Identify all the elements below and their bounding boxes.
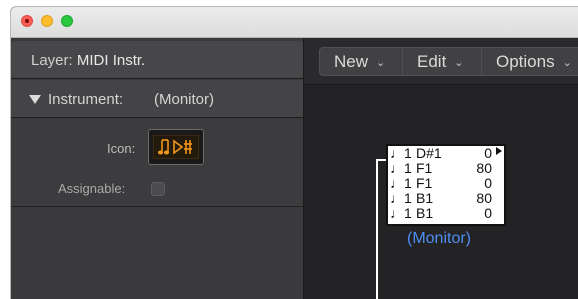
options-menu-label: Options <box>496 52 555 71</box>
assignable-label: Assignable: <box>58 181 126 196</box>
app-window: Layer: MIDI Instr. Instrument: (Monitor)… <box>10 6 578 299</box>
event-channel: 1 <box>404 175 412 191</box>
note-icon: ♩ <box>390 175 404 191</box>
midi-cable-connector <box>376 159 386 161</box>
monitor-object-label[interactable]: (Monitor) <box>407 230 471 248</box>
edit-menu-label: Edit <box>417 52 447 71</box>
layer-label: Layer: MIDI Instr. <box>31 52 146 69</box>
inspector-panel: Layer: MIDI Instr. Instrument: (Monitor)… <box>11 38 304 299</box>
event-note: F1 <box>416 175 433 191</box>
instrument-icon-selector[interactable] <box>148 129 204 165</box>
chevron-down-icon: ⌄ <box>562 57 572 69</box>
new-menu-button[interactable]: New ⌄ <box>319 47 403 76</box>
disclosure-triangle-icon[interactable] <box>29 95 41 104</box>
monitor-icon <box>153 135 199 159</box>
instrument-label: Instrument: <box>48 91 124 108</box>
assignable-checkbox[interactable] <box>151 182 165 196</box>
note-icon: ♩ <box>390 190 404 206</box>
options-menu-button[interactable]: Options ⌄ <box>481 47 578 76</box>
event-velocity: 0 <box>484 145 492 161</box>
new-menu-label: New <box>334 52 369 71</box>
zoom-window-button[interactable] <box>61 15 73 27</box>
minimize-window-button[interactable] <box>41 15 53 27</box>
edit-menu-button[interactable]: Edit ⌄ <box>402 47 482 76</box>
output-port-icon[interactable] <box>496 147 502 155</box>
event-note: B1 <box>416 205 434 221</box>
event-note: F1 <box>416 160 433 176</box>
event-velocity: 80 <box>476 190 492 206</box>
monitor-object[interactable]: ♩ 1 D#1 0 ♩ 1 F1 80 ♩ 1 F1 0 ♩ 1 B1 80 ♩… <box>386 144 506 226</box>
note-icon: ♩ <box>390 145 404 161</box>
title-bar <box>11 7 578 38</box>
instrument-row[interactable]: Instrument: (Monitor) <box>11 80 303 118</box>
event-velocity: 80 <box>476 160 492 176</box>
event-channel: 1 <box>404 145 412 161</box>
environment-toolbar: New ⌄ Edit ⌄ Options ⌄ <box>304 38 578 85</box>
midi-cable[interactable] <box>376 159 378 299</box>
event-velocity: 0 <box>484 205 492 221</box>
instrument-properties: Icon: Assignable: <box>11 119 303 207</box>
event-channel: 1 <box>404 190 412 206</box>
layer-value: MIDI Instr. <box>76 52 146 69</box>
event-note: D#1 <box>416 145 442 161</box>
event-note: B1 <box>416 190 434 206</box>
chevron-down-icon: ⌄ <box>454 57 464 69</box>
chevron-down-icon: ⌄ <box>376 57 386 69</box>
event-channel: 1 <box>404 205 412 221</box>
icon-label: Icon: <box>107 141 136 156</box>
instrument-value: (Monitor) <box>154 91 215 108</box>
event-velocity: 0 <box>484 175 492 191</box>
layer-row[interactable]: Layer: MIDI Instr. <box>11 41 303 79</box>
environment-area: New ⌄ Edit ⌄ Options ⌄ ♩ 1 D#1 0 ♩ 1 F1 80 … <box>304 38 578 299</box>
note-icon: ♩ <box>390 160 404 176</box>
close-window-button[interactable] <box>21 15 33 27</box>
note-icon: ♩ <box>390 205 404 221</box>
event-channel: 1 <box>404 160 412 176</box>
